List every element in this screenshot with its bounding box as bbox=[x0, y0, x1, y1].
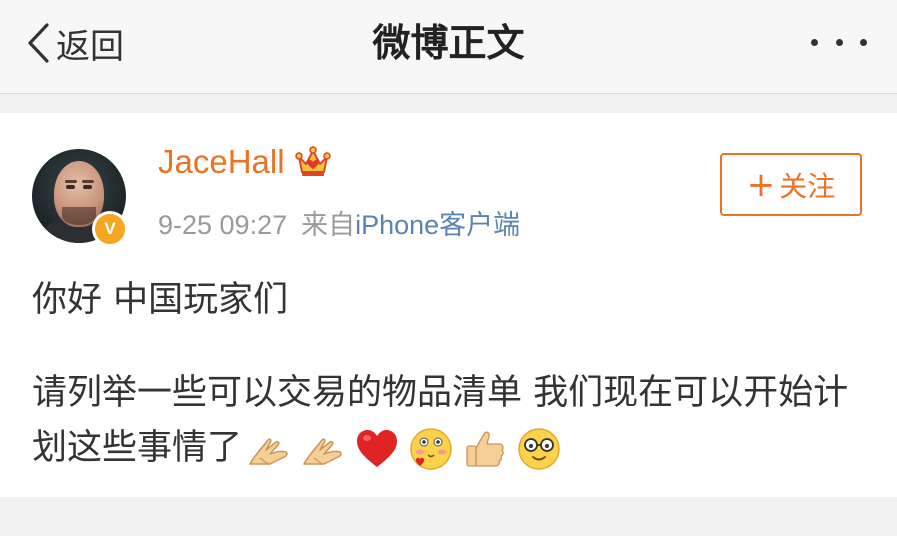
follow-button[interactable]: + 关注 bbox=[720, 153, 862, 216]
top-navigation-bar: 返回 微博正文 bbox=[0, 0, 897, 94]
smiling-face-with-glasses-icon bbox=[518, 428, 560, 470]
post-card: V JaceHall 9-25 09:27 来自iPhone客户端 + 关注 你好… bbox=[0, 113, 897, 497]
praying-hands-icon bbox=[249, 438, 288, 465]
post-content: 你好 中国玩家们 请列举一些可以交易的物品清单 我们现在可以开始计划这些事情了 bbox=[32, 273, 862, 476]
post-time: 9-25 09:27 bbox=[158, 210, 288, 240]
red-heart-icon bbox=[357, 430, 398, 467]
post-paragraph: 你好 中国玩家们 bbox=[32, 280, 289, 320]
username: JaceHall bbox=[158, 143, 285, 180]
bottom-background bbox=[0, 497, 897, 536]
post-paragraph: 请列举一些可以交易的物品清单 我们现在可以开始计划这些事情了 bbox=[32, 366, 862, 476]
thumbs-up-icon bbox=[466, 431, 504, 467]
post-meta: 9-25 09:27 来自iPhone客户端 bbox=[158, 203, 520, 242]
blushing-face-icon bbox=[410, 428, 452, 470]
more-dot-icon bbox=[860, 38, 867, 46]
verified-badge-icon: V bbox=[92, 211, 128, 247]
source-prefix: 来自 bbox=[301, 210, 356, 240]
more-dot-icon bbox=[835, 38, 843, 46]
crown-icon bbox=[294, 146, 331, 176]
page-title: 微博正文 bbox=[372, 21, 525, 65]
emoji-row bbox=[246, 426, 562, 472]
username-link[interactable]: JaceHall bbox=[158, 143, 331, 181]
source-link[interactable]: iPhone客户端 bbox=[355, 210, 520, 240]
more-dot-icon bbox=[811, 38, 818, 46]
avatar[interactable]: V bbox=[32, 149, 128, 247]
plus-icon: + bbox=[746, 164, 776, 205]
more-options-button[interactable] bbox=[811, 32, 867, 52]
praying-hands-icon bbox=[303, 438, 342, 465]
follow-label: 关注 bbox=[779, 169, 836, 203]
